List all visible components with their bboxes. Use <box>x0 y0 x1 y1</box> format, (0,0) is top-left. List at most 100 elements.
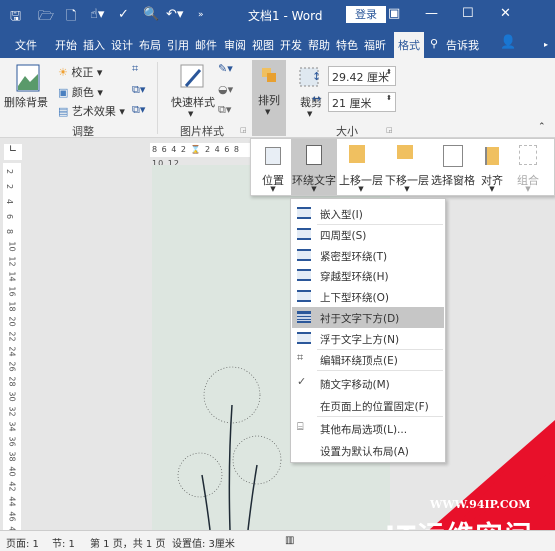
tab-design[interactable]: 设计 <box>111 37 133 53</box>
bring-forward-button[interactable]: 上移一层 ▼ <box>339 139 383 195</box>
tight-wrap-icon <box>297 249 311 261</box>
tab-review[interactable]: 审阅 <box>224 37 246 53</box>
group-icon <box>519 145 537 165</box>
selection-pane-button[interactable]: 选择窗格 <box>431 139 475 195</box>
ruler-tick: 4 <box>5 198 15 205</box>
ruler-tick: 24 <box>7 346 17 357</box>
menu-item[interactable]: ✓ 随文字移动(M) <box>292 373 444 394</box>
wrap-text-button[interactable]: 环绕文字 ▼ <box>291 139 337 195</box>
corrections-button[interactable]: ☀ 校正 ▾ <box>58 64 102 80</box>
group-button: 组合 ▼ <box>511 139 545 195</box>
dialog-launcher-icon[interactable]: ◲ <box>240 126 247 134</box>
menu-item-label: 上下型环绕(O) <box>320 292 389 304</box>
artistic-effects-button[interactable]: ▤ 艺术效果 ▾ <box>58 103 125 119</box>
tab-home[interactable]: 开始 <box>55 37 77 53</box>
save-icon[interactable]: 🖫 <box>10 7 21 29</box>
edit-points-icon: ⌗ <box>297 351 304 364</box>
menu-item[interactable]: 嵌入型(I) <box>292 203 444 224</box>
picture-layout-icon[interactable]: ⧉▾ <box>218 103 231 117</box>
quick-styles-icon <box>180 64 204 88</box>
tab-file[interactable]: 文件 <box>15 37 37 53</box>
menu-item-label: 随文字移动(M) <box>320 379 390 391</box>
status-pages[interactable]: 第 1 页，共 1 页 <box>90 535 165 550</box>
menu-item[interactable]: 浮于文字上方(N) <box>292 328 444 349</box>
chevron-down-icon: ▼ <box>307 110 313 118</box>
undo-icon[interactable]: ↶▾ <box>166 7 183 22</box>
menu-item[interactable]: 在页面上的位置固定(F) <box>292 395 444 416</box>
selection-pane-icon <box>443 145 463 167</box>
menu-item[interactable]: 穿越型环绕(H) <box>292 265 444 286</box>
picture-border-icon[interactable]: ✎▾ <box>218 62 233 75</box>
align-button[interactable]: 对齐 ▼ <box>477 139 507 195</box>
quick-styles-button[interactable]: 快速样式 <box>171 94 215 110</box>
position-button[interactable]: 位置 ▼ <box>257 139 289 195</box>
tab-features[interactable]: 特色 <box>336 37 358 53</box>
arrange-button[interactable]: 排列 ▼ <box>252 60 286 136</box>
tab-foxit[interactable]: 福昕 <box>364 37 386 53</box>
menu-item[interactable]: 衬于文字下方(D) <box>292 307 444 328</box>
minimize-icon[interactable]: — <box>425 6 438 21</box>
tab-view[interactable]: 视图 <box>252 37 274 53</box>
title-bar: 🖫 🗁 🗋 ☝▾ ✓ 🔍 ↶▾ » 文档1 - Word 登录 ▣ — ☐ ✕ <box>0 0 555 30</box>
login-button[interactable]: 登录 <box>346 6 386 23</box>
spelling-icon[interactable]: ✓ <box>118 7 129 22</box>
width-input[interactable]: 21 厘米 ⬍ <box>328 92 396 112</box>
tab-stop-selector[interactable]: ∟ <box>4 144 22 160</box>
inline-icon <box>297 207 311 219</box>
ruler-tick: 40 <box>7 466 17 477</box>
close-icon[interactable]: ✕ <box>500 6 511 21</box>
status-section[interactable]: 节: 1 <box>52 535 75 550</box>
ruler-tick: 26 <box>7 361 17 372</box>
ruler-tick: 10 <box>7 241 17 252</box>
tab-insert[interactable]: 插入 <box>83 37 105 53</box>
more-icon[interactable]: » <box>198 10 204 20</box>
menu-item[interactable]: 上下型环绕(O) <box>292 286 444 307</box>
maximize-icon[interactable]: ☐ <box>462 6 474 21</box>
change-picture-icon[interactable]: ⧉▾ <box>132 83 145 97</box>
ruler-tick: 30 <box>7 391 17 402</box>
send-backward-button[interactable]: 下移一层 ▼ <box>385 139 429 195</box>
vertical-ruler[interactable]: 2 2 4 6 8 10 12 14 16 18 20 22 24 26 28 30 32 34 36 38 40 42 4… <box>3 163 21 537</box>
status-setting: 设置值: 3厘米 <box>172 539 235 550</box>
horizontal-ruler[interactable]: 8 6 4 2 ⌛ 2 4 6 8 10 12 <box>150 143 254 168</box>
ruler-tick: 46 <box>7 511 17 522</box>
ruler-tick: 34 <box>7 421 17 432</box>
share-icon[interactable]: 👤 <box>500 35 516 50</box>
height-input[interactable]: 29.42 厘米 ⬍ <box>328 66 396 86</box>
menu-item[interactable]: ⌗ 编辑环绕顶点(E) <box>292 349 444 370</box>
width-icon: ↔ <box>312 92 322 105</box>
picture-effects-icon[interactable]: ◒▾ <box>218 83 233 96</box>
menu-item-label: 四周型(S) <box>320 230 367 242</box>
tab-mailings[interactable]: 邮件 <box>195 37 217 53</box>
ruler-tick: 36 <box>7 436 17 447</box>
ribbon-display-icon[interactable]: ▣ <box>388 6 400 21</box>
open-icon[interactable]: 🗁 <box>38 7 54 29</box>
menu-divider <box>317 416 443 417</box>
menu-item[interactable]: 四周型(S) <box>292 224 444 245</box>
status-page[interactable]: 页面: 1 <box>6 535 39 550</box>
tab-format[interactable]: 格式 <box>394 32 424 58</box>
scroll-right-icon[interactable]: ▸ <box>544 40 548 49</box>
read-mode-icon[interactable]: ▥ <box>285 535 294 546</box>
touch-mode-icon[interactable]: ☝▾ <box>90 7 104 22</box>
compress-icon[interactable]: ⌗ <box>132 62 138 76</box>
tab-references[interactable]: 引用 <box>167 37 189 53</box>
remove-background-button[interactable]: 删除背景 <box>4 94 48 110</box>
dialog-launcher-icon[interactable]: ◲ <box>386 126 393 134</box>
color-icon: ▣ <box>58 86 69 99</box>
ruler-tick: 42 <box>7 481 17 492</box>
search-icon[interactable]: ⚲ <box>430 37 438 50</box>
tab-help[interactable]: 帮助 <box>308 37 330 53</box>
tell-me-input[interactable]: 告诉我 <box>446 37 479 53</box>
through-wrap-icon <box>297 269 311 281</box>
reset-picture-icon[interactable]: ⧉▾ <box>132 103 145 117</box>
menu-item[interactable]: 紧密型环绕(T) <box>292 245 444 266</box>
tab-layout[interactable]: 布局 <box>139 37 161 53</box>
collapse-ribbon-icon[interactable]: ⌃ <box>538 122 546 132</box>
ruler-tick: 2 <box>5 168 15 175</box>
print-preview-icon[interactable]: 🔍 <box>143 7 159 22</box>
new-icon[interactable]: 🗋 <box>66 7 76 29</box>
color-button[interactable]: ▣ 颜色 ▾ <box>58 84 103 100</box>
tab-developer[interactable]: 开发 <box>280 37 302 53</box>
ruler-tick: 38 <box>7 451 17 462</box>
